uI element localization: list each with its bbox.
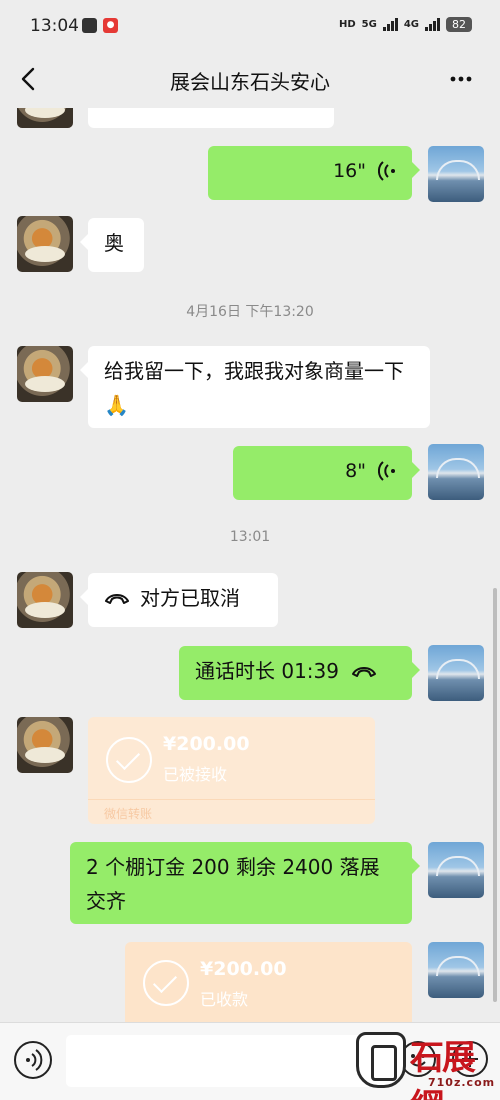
voice-duration: 8" — [345, 460, 366, 482]
voice-wave-icon — [26, 1049, 43, 1071]
contact-avatar[interactable] — [17, 717, 73, 773]
transfer-divider — [88, 799, 375, 800]
phone-hangup-icon — [105, 594, 129, 604]
watermark-logo: 石展網 710z.com — [352, 1028, 500, 1100]
chat-header: 展会山东石头安心 — [0, 52, 500, 108]
message-text: 2 个棚订金 200 剩余 2400 落展交齐 — [86, 855, 380, 913]
voice-message-outgoing[interactable]: 16" — [208, 146, 420, 200]
contact-avatar[interactable] — [17, 108, 73, 128]
contact-avatar[interactable] — [17, 346, 73, 402]
signal-icon — [382, 18, 398, 31]
message-timestamp: 4月16日 下午13:20 — [186, 304, 314, 320]
contact-avatar[interactable] — [17, 216, 73, 272]
transfer-amount: ¥200.00 — [200, 958, 287, 980]
voice-message-outgoing[interactable]: 8" — [233, 446, 420, 500]
transfer-amount: ¥200.00 — [163, 733, 250, 755]
notification-app-icon-red: ● — [103, 18, 118, 33]
more-dots-icon[interactable] — [446, 64, 476, 94]
transfer-footer: 微信转账 — [104, 807, 153, 821]
seal-icon — [356, 1032, 406, 1088]
transfer-status: 已被接收 — [163, 765, 228, 784]
message-bubble-partial[interactable] — [88, 108, 334, 128]
message-text: 给我留一下，我跟我对象商量一下🙏 — [104, 359, 404, 417]
check-circle-icon — [106, 737, 152, 783]
message-timestamp: 13:01 — [229, 529, 271, 545]
text-message-outgoing[interactable]: 2 个棚订金 200 剩余 2400 落展交齐 — [70, 842, 420, 924]
check-circle-icon — [143, 960, 189, 1006]
text-message-incoming[interactable]: 给我留一下，我跟我对象商量一下🙏 — [80, 346, 430, 428]
transfer-card-outgoing[interactable]: ¥200.00 已收款 — [125, 942, 412, 1022]
status-indicators: HD 5G 4G 82 — [339, 17, 472, 32]
status-time: 13:04 — [30, 16, 79, 36]
watermark-text: 石展網 — [410, 1038, 476, 1100]
voice-duration: 16" — [333, 160, 366, 182]
4g-label: 4G — [403, 19, 419, 30]
message-text: 奥 — [104, 231, 124, 255]
notification-app-icon — [82, 18, 97, 33]
signal-icon-2 — [425, 18, 440, 31]
watermark-url: 710z.com — [428, 1076, 496, 1089]
message-input[interactable] — [66, 1035, 396, 1087]
hd-label: HD — [338, 19, 356, 30]
chat-history[interactable]: 16" 奥 4月16日 下午13:20 给我留一下，我跟我对象商量一下🙏 8" — [0, 108, 500, 1022]
my-avatar[interactable] — [428, 444, 484, 500]
transfer-card-incoming[interactable]: ¥200.00 已被接收 微信转账 — [88, 717, 375, 824]
call-message-incoming[interactable]: 对方已取消 — [80, 573, 278, 627]
5g-label: 5G — [361, 19, 377, 30]
my-avatar[interactable] — [428, 942, 484, 998]
voice-input-toggle[interactable] — [14, 1041, 52, 1079]
contact-avatar[interactable] — [17, 572, 73, 628]
status-bar: 13:04 ● HD 5G 4G 82 — [0, 0, 500, 52]
chevron-left-icon[interactable] — [14, 64, 44, 94]
voice-wave-icon — [378, 461, 395, 481]
text-message-incoming[interactable]: 奥 — [80, 218, 144, 272]
chat-title[interactable]: 展会山东石头安心 — [90, 66, 410, 95]
voice-wave-icon — [378, 161, 395, 181]
battery-icon: 82 — [446, 17, 472, 32]
phone-hangup-icon — [352, 667, 376, 677]
my-avatar[interactable] — [428, 645, 484, 701]
message-text: 通话时长 01:39 — [195, 659, 339, 683]
call-message-outgoing[interactable]: 通话时长 01:39 — [179, 646, 420, 700]
transfer-status: 已收款 — [200, 990, 249, 1009]
my-avatar[interactable] — [428, 146, 484, 202]
chat-scrollbar[interactable] — [493, 588, 497, 1002]
my-avatar[interactable] — [428, 842, 484, 898]
message-text: 对方已取消 — [140, 586, 240, 610]
